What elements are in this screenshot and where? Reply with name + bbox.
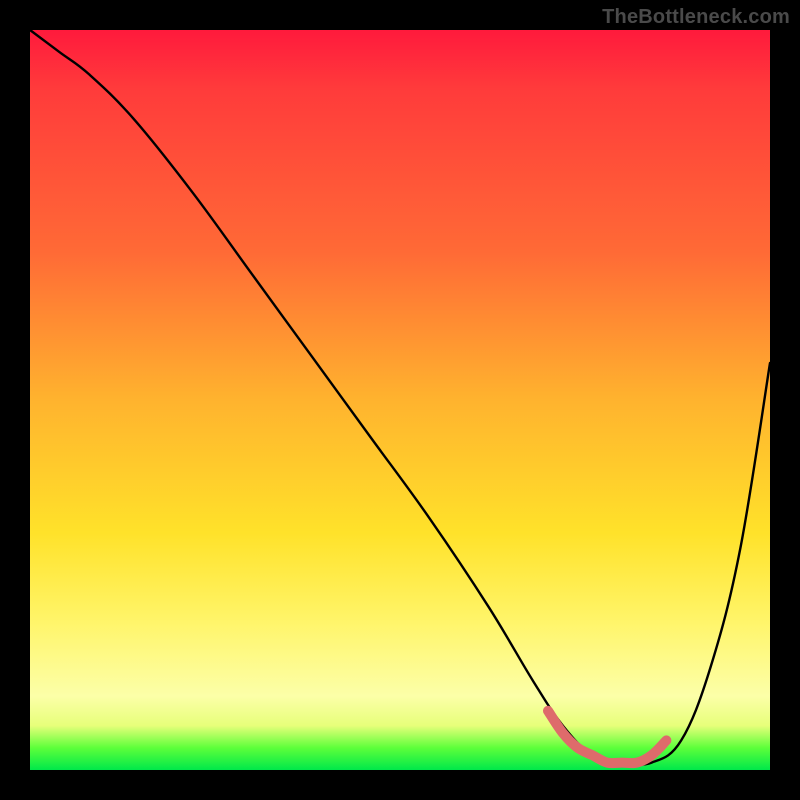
watermark-text: TheBottleneck.com: [602, 6, 790, 29]
chart-svg: [30, 30, 770, 770]
chart-frame: TheBottleneck.com: [0, 0, 800, 800]
plot-area: [30, 30, 770, 770]
curve-line: [30, 30, 770, 765]
valley-highlight: [548, 711, 666, 763]
